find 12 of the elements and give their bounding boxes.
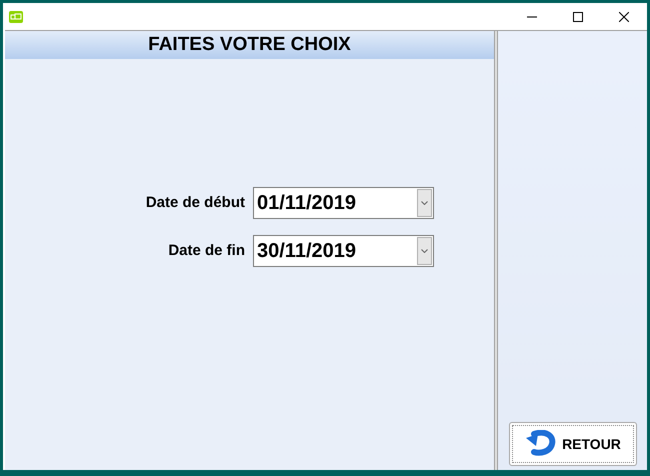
back-button[interactable]: RETOUR — [508, 422, 636, 466]
close-icon — [619, 12, 629, 22]
app-icon — [9, 10, 23, 22]
date-dropdown[interactable]: 01/11/2019 — [253, 187, 434, 219]
chevron-down-icon — [421, 201, 428, 205]
chevron-down-icon — [421, 249, 428, 253]
field-label: Date de début — [144, 192, 246, 213]
panel-header: FAITES VOTRE CHOIX — [5, 31, 494, 59]
maximize-icon — [573, 12, 583, 22]
return-arrow-icon — [524, 430, 556, 458]
date-dropdown[interactable]: 30/11/2019 — [253, 235, 434, 267]
field-label: Date de fin — [167, 240, 246, 261]
